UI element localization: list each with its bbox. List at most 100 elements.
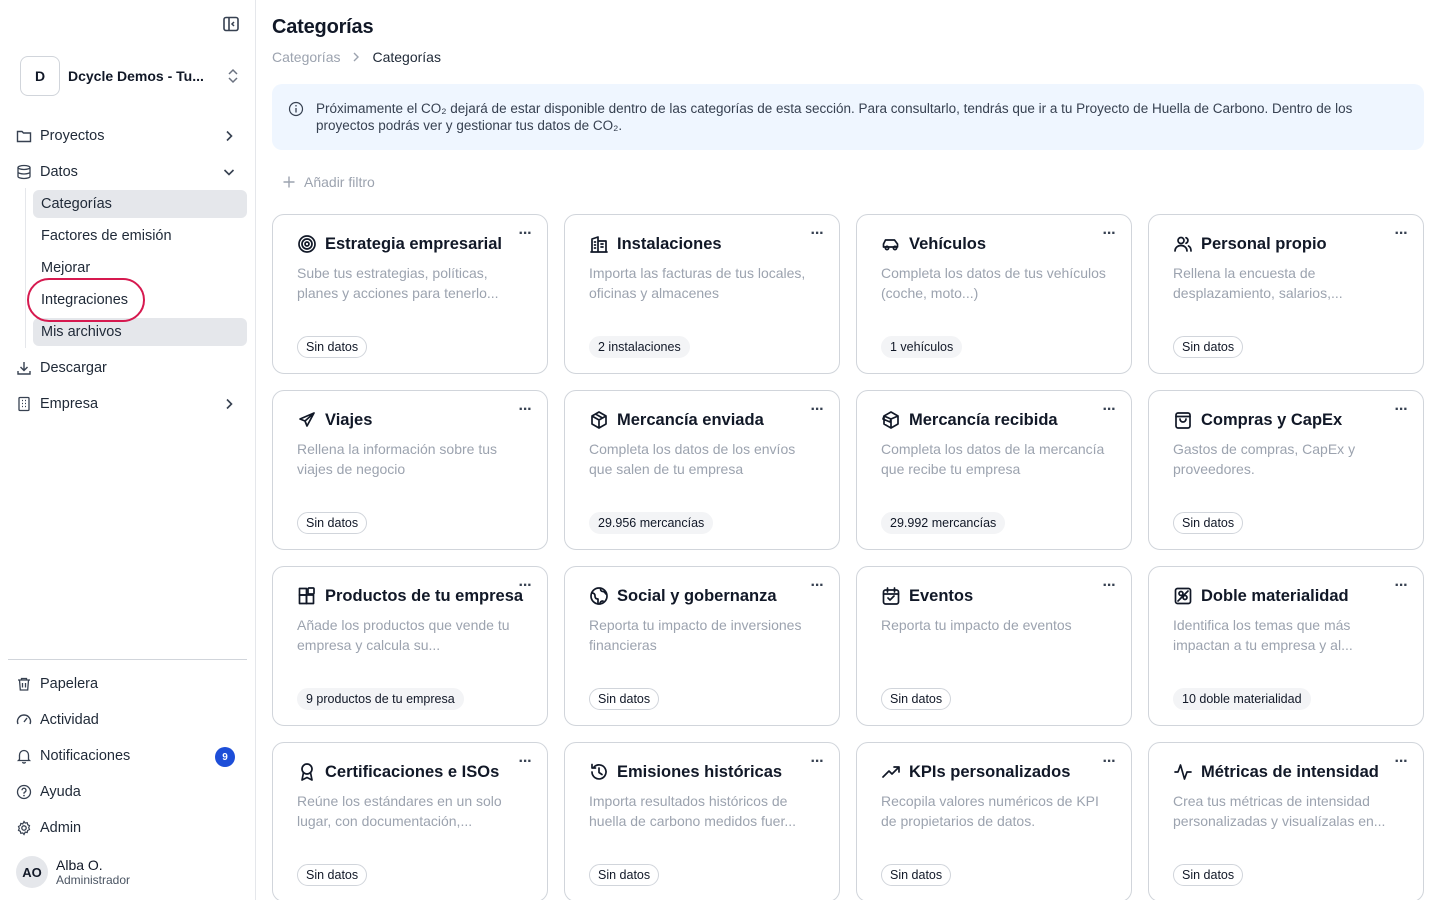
category-card[interactable]: Emisiones históricas ··· Importa resulta… bbox=[564, 742, 840, 900]
sidebar-collapse-icon[interactable] bbox=[222, 15, 240, 33]
card-description: Completa los datos de la mercancía que r… bbox=[881, 441, 1105, 477]
help-icon bbox=[16, 784, 32, 800]
category-card[interactable]: Instalaciones ··· Importa las facturas d… bbox=[564, 214, 840, 374]
more-options-icon[interactable]: ··· bbox=[807, 754, 827, 773]
card-title: Compras y CapEx bbox=[1201, 411, 1343, 429]
more-options-icon[interactable]: ··· bbox=[515, 578, 535, 597]
card-description: Añade los productos que vende tu empresa… bbox=[297, 617, 510, 653]
user-profile[interactable]: AO Alba O. Administrador bbox=[16, 856, 246, 888]
category-card[interactable]: KPIs personalizados ··· Recopila valores… bbox=[856, 742, 1132, 900]
chevron-down-icon bbox=[223, 169, 235, 176]
card-description: Completa los datos de los envíos que sal… bbox=[589, 441, 796, 477]
info-icon bbox=[288, 101, 304, 117]
sidebar-item-ayuda[interactable]: Ayuda bbox=[8, 776, 248, 808]
more-options-icon[interactable]: ··· bbox=[1391, 578, 1411, 597]
chevron-right-icon bbox=[226, 398, 233, 410]
materiality-icon bbox=[1174, 587, 1192, 605]
card-description: Rellena la encuesta de desplazamiento, s… bbox=[1173, 265, 1343, 301]
plane-icon bbox=[299, 412, 315, 427]
category-card[interactable]: Mercancía enviada ··· Completa los datos… bbox=[564, 390, 840, 550]
card-title: Productos de tu empresa bbox=[325, 587, 524, 605]
category-card[interactable]: Social y gobernanza ··· Reporta tu impac… bbox=[564, 566, 840, 726]
sidebar-item-proyectos[interactable]: Proyectos bbox=[8, 120, 248, 152]
category-card[interactable]: Viajes ··· Rellena la información sobre … bbox=[272, 390, 548, 550]
calendar-icon bbox=[882, 587, 900, 605]
trash-icon bbox=[16, 676, 32, 692]
sidebar-item-empresa[interactable]: Empresa bbox=[8, 388, 248, 420]
category-card[interactable]: Mercancía recibida ··· Completa los dato… bbox=[856, 390, 1132, 550]
more-options-icon[interactable]: ··· bbox=[515, 754, 535, 773]
card-title: Doble materialidad bbox=[1201, 587, 1349, 605]
subnav-line bbox=[25, 188, 26, 348]
status-badge: Sin datos bbox=[1173, 512, 1244, 534]
card-title: Métricas de intensidad bbox=[1201, 763, 1379, 781]
card-title: Personal propio bbox=[1201, 235, 1327, 253]
package-icon bbox=[591, 411, 607, 429]
sidebar-item-label: Descargar bbox=[40, 360, 107, 376]
sidebar-item-papelera[interactable]: Papelera bbox=[8, 668, 248, 700]
globe-icon bbox=[590, 587, 608, 605]
status-badge: Sin datos bbox=[1173, 336, 1244, 358]
category-card[interactable]: Productos de tu empresa ··· Añade los pr… bbox=[272, 566, 548, 726]
card-description: Crea tus métricas de intensidad personal… bbox=[1173, 793, 1386, 829]
more-options-icon[interactable]: ··· bbox=[807, 226, 827, 245]
status-badge: Sin datos bbox=[297, 512, 368, 534]
sidebar-subitem-integraciones[interactable]: Integraciones bbox=[33, 286, 247, 314]
more-options-icon[interactable]: ··· bbox=[807, 402, 827, 421]
sidebar-item-descargar[interactable]: Descargar bbox=[8, 352, 248, 384]
download-icon bbox=[16, 360, 32, 376]
breadcrumb-item[interactable]: Categorías bbox=[272, 49, 340, 65]
breadcrumb-current: Categorías bbox=[372, 49, 441, 65]
category-card[interactable]: Métricas de intensidad ··· Crea tus métr… bbox=[1148, 742, 1424, 900]
card-title: Mercancía recibida bbox=[909, 411, 1058, 429]
sidebar: D Dcycle Demos - Tu... Proyectos Datos C… bbox=[0, 0, 256, 900]
sidebar-subitem-mis-archivos[interactable]: Mis archivos bbox=[33, 318, 247, 346]
sidebar-item-label: Admin bbox=[40, 820, 82, 836]
sidebar-item-label: Proyectos bbox=[40, 128, 105, 144]
category-card[interactable]: Personal propio ··· Rellena la encuesta … bbox=[1148, 214, 1424, 374]
more-options-icon[interactable]: ··· bbox=[1391, 226, 1411, 245]
sidebar-item-notificaciones[interactable]: Notificaciones 9 bbox=[8, 740, 248, 772]
more-options-icon[interactable]: ··· bbox=[1391, 402, 1411, 421]
info-banner-text: Próximamente el CO₂ dejará de estar disp… bbox=[316, 101, 1353, 133]
database-icon bbox=[16, 164, 32, 180]
chevron-right-icon bbox=[352, 52, 360, 62]
sidebar-item-datos[interactable]: Datos bbox=[8, 156, 248, 188]
card-description: Rellena la información sobre tus viajes … bbox=[297, 441, 497, 477]
org-name: Dcycle Demos - Tu... bbox=[68, 68, 204, 84]
category-card[interactable]: Eventos ··· Reporta tu impacto de evento… bbox=[856, 566, 1132, 726]
status-badge: 29.992 mercancías bbox=[881, 512, 1006, 534]
sidebar-item-admin[interactable]: Admin bbox=[8, 812, 248, 844]
more-options-icon[interactable]: ··· bbox=[1099, 226, 1119, 245]
gauge-icon bbox=[16, 712, 32, 728]
status-badge: Sin datos bbox=[297, 336, 368, 358]
category-card[interactable]: Compras y CapEx ··· Gastos de compras, C… bbox=[1148, 390, 1424, 550]
category-card[interactable]: Vehículos ··· Completa los datos de tus … bbox=[856, 214, 1132, 374]
sidebar-item-label: Actividad bbox=[40, 712, 99, 728]
organization-switcher[interactable]: D Dcycle Demos - Tu... bbox=[20, 56, 240, 96]
add-filter-button[interactable]: Añadir filtro bbox=[282, 172, 375, 192]
more-options-icon[interactable]: ··· bbox=[807, 578, 827, 597]
category-card[interactable]: Doble materialidad ··· Identifica los te… bbox=[1148, 566, 1424, 726]
card-title: Social y gobernanza bbox=[617, 587, 777, 605]
card-description: Recopila valores numéricos de KPI de pro… bbox=[881, 793, 1099, 829]
more-options-icon[interactable]: ··· bbox=[515, 226, 535, 245]
category-card[interactable]: Estrategia empresarial ··· Sube tus estr… bbox=[272, 214, 548, 374]
activity-icon bbox=[1174, 764, 1192, 780]
sidebar-divider bbox=[8, 659, 247, 660]
more-options-icon[interactable]: ··· bbox=[515, 402, 535, 421]
category-card[interactable]: Certificaciones e ISOs ··· Reúne los est… bbox=[272, 742, 548, 900]
sidebar-subitem-mejorar[interactable]: Mejorar bbox=[33, 254, 247, 282]
status-badge: Sin datos bbox=[881, 864, 952, 886]
sidebar-item-actividad[interactable]: Actividad bbox=[8, 704, 248, 736]
sidebar-subitem-categorias[interactable]: Categorías bbox=[33, 190, 247, 218]
car-icon bbox=[882, 239, 899, 251]
shopping-bag-icon bbox=[1175, 412, 1191, 429]
card-title: Mercancía enviada bbox=[617, 411, 764, 429]
more-options-icon[interactable]: ··· bbox=[1099, 754, 1119, 773]
more-options-icon[interactable]: ··· bbox=[1099, 578, 1119, 597]
sidebar-subitem-factores[interactable]: Factores de emisión bbox=[33, 222, 247, 250]
user-role: Administrador bbox=[56, 873, 131, 887]
more-options-icon[interactable]: ··· bbox=[1099, 402, 1119, 421]
more-options-icon[interactable]: ··· bbox=[1391, 754, 1411, 773]
